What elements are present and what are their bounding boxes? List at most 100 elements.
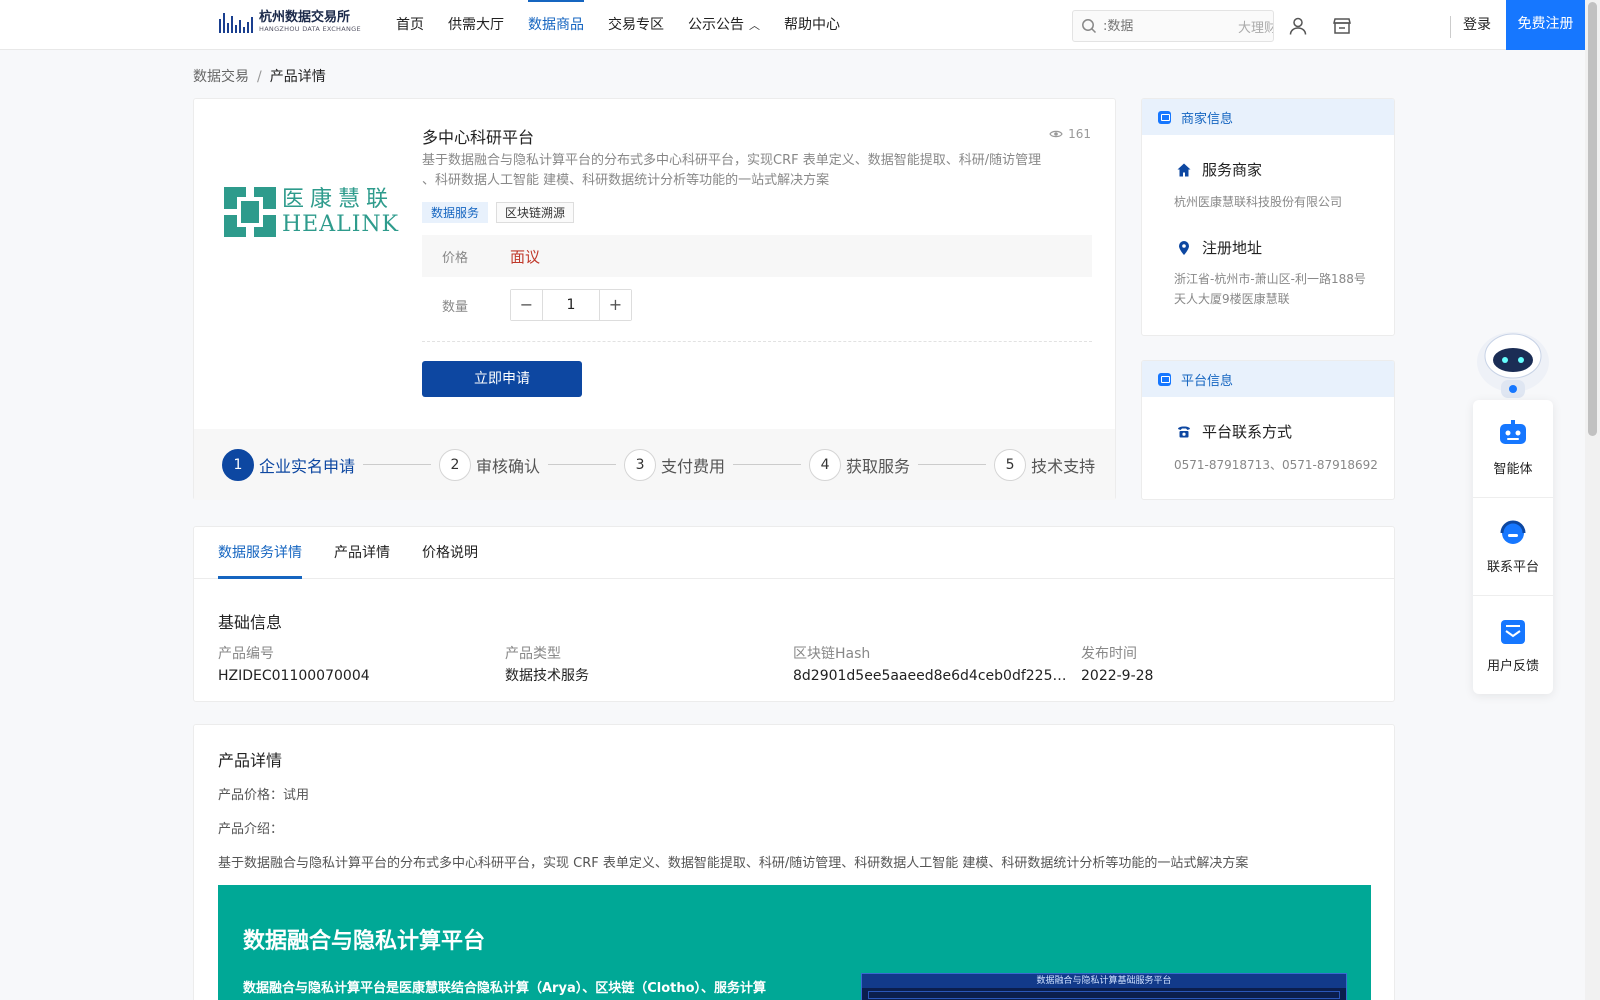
field-key: 产品类型 [505,646,561,662]
breadcrumb: 数据交易 / 产品详情 [193,66,326,86]
chevron-up-icon: ︿ [749,19,760,32]
banner-text: 数据融合与隐私计算平台是医康慧联结合隐私计算（Arya）、区块链（Clotho）… [243,981,767,996]
login-link[interactable]: 登录 [1463,0,1491,50]
step-1: 1 企业实名申请 [222,448,439,481]
tab-product-details[interactable]: 产品详情 [334,527,390,578]
breadcrumb-separator: / [257,69,262,85]
price-label: 价格 [442,250,469,266]
platform-contact-value: 0571-87918713、0571-87918692 [1174,458,1378,472]
user-icon[interactable] [1287,15,1309,37]
apply-now-button[interactable]: 立即申请 [422,361,582,397]
info-square-icon [1158,110,1171,124]
step-label: 审核确认 [476,456,541,476]
search-icon [1082,19,1097,34]
breadcrumb-parent[interactable]: 数据交易 [193,69,249,85]
float-ai-agent-label: 智能体 [1493,462,1533,477]
step-number: 4 [809,448,842,481]
service-merchant-heading: 服务商家 [1176,159,1262,180]
float-contact-platform-label: 联系平台 [1486,560,1539,575]
field-product-type: 产品类型数据技术服务 [505,644,783,688]
quantity-label: 数量 [442,299,469,315]
step-number: 1 [222,448,254,481]
product-detail-title: 产品详情 [218,751,283,770]
quantity-row: 数量 − 1 + [442,289,632,321]
quantity-increment-button[interactable]: + [600,290,631,320]
field-value: 8d2901d5ee5aaeed8e6d4ceb0df2252f7cc… [793,668,1071,684]
step-label: 支付费用 [661,456,726,476]
nav-announcements[interactable]: 公示公告 ︿ [688,0,760,50]
merchant-info-panel: 商家信息 服务商家 杭州医康慧联科技股份有限公司 注册地址 浙江省-杭州市-萧山… [1141,98,1395,336]
quantity-decrement-button[interactable]: − [511,290,542,320]
screenshot-title: 数据融合与隐私计算基础服务平台 [862,974,1346,988]
process-steps: 1 企业实名申请 2 审核确认 3 支付费用 4 获取服务 5 技术支持 [194,429,1115,500]
platform-info-panel: 平台信息 平台联系方式 0571-87918713、0571-87918692 [1141,360,1395,500]
logo-en-text: HEALINK [282,212,400,237]
step-2: 2 审核确认 [439,448,624,481]
basic-info-title: 基础信息 [218,613,283,632]
nav-home[interactable]: 首页 [396,0,424,50]
step-5: 5 技术支持 [994,448,1096,481]
logo-bars-icon [219,11,253,33]
register-button[interactable]: 免费注册 [1506,0,1585,50]
nav-supply-demand[interactable]: 供需大厅 [448,0,504,50]
floating-service-panel: 智能体 联系平台 用户反馈 [1473,400,1553,694]
product-title: 多中心科研平台 [422,128,535,147]
service-merchant-label: 服务商家 [1202,161,1263,179]
tag-data-service: 数据服务 [422,202,489,223]
service-detail-card: 数据服务详情 产品详情 价格说明 基础信息 产品编号 HZIDEC01100070… [193,526,1395,702]
search-input[interactable] [1103,18,1223,34]
step-4: 4 获取服务 [809,448,994,481]
float-user-feedback-label: 用户反馈 [1486,658,1539,674]
float-user-feedback[interactable]: 用户反馈 [1473,596,1553,694]
feedback-icon [1501,619,1525,644]
float-contact-platform[interactable]: 联系平台 [1473,498,1553,596]
step-label: 技术支持 [1031,456,1096,476]
site-logo[interactable]: 杭州数据交易所 HANGZHOU DATA EXCHANGE [219,10,361,34]
product-card: 医康慧联 HEALINK 多中心科研平台 161 基于数据融合与隐私计算平台的分… [193,98,1116,500]
quantity-input[interactable]: 1 [542,290,600,320]
merchant-info-title: 商家信息 [1181,111,1234,127]
search-hint: 大理财 [1237,20,1274,36]
nav-help[interactable]: 帮助中心 [784,0,840,50]
scrollbar-thumb[interactable] [1588,2,1597,436]
page-scrollbar[interactable] [1585,0,1600,1000]
address-line-2: 天人大厦9楼医康慧联 [1174,292,1290,306]
shop-icon[interactable] [1331,15,1353,37]
product-price-line: 产品价格：试用 [218,788,310,803]
product-intro-label: 产品介绍： [218,822,284,837]
step-connector [733,464,802,465]
field-key: 发布时间 [1081,646,1137,662]
merchant-logo: 医康慧联 HEALINK [224,187,399,237]
field-value: 2022-9-28 [1081,668,1154,684]
header-divider [1450,16,1451,38]
step-number: 3 [624,448,657,481]
location-pin-icon [1179,240,1189,255]
view-count: 161 [1049,127,1091,141]
product-description-line2: 、科研数据人工智能 建模、科研数据统计分析等功能的一站式解决方案 [422,173,830,188]
product-description: 基于数据融合与隐私计算平台的分布式多中心科研平台，实现CRF 表单定义、数据智能… [422,151,1082,191]
robot-assistant-icon[interactable] [1473,326,1553,402]
nav-data-products[interactable]: 数据商品 [528,0,584,50]
product-detail-card: 产品详情 产品价格：试用 产品介绍： 基于数据融合与隐私计算平台的分布式多中心科… [193,724,1395,1000]
price-row: 价格 面议 [422,235,1092,277]
search-box[interactable]: 大理财 [1072,10,1274,42]
registered-address-value: 浙江省-杭州市-萧山区-利一路188号 天人大厦9楼医康慧联 [1174,269,1366,309]
tab-data-service-details[interactable]: 数据服务详情 [218,527,302,579]
field-publish-date: 发布时间 2022-9-28 [1081,644,1359,688]
field-value: 数据技术服务 [505,668,589,684]
tab-price-description[interactable]: 价格说明 [422,527,478,578]
price-value: 面议 [510,247,541,266]
main-nav: 首页 供需大厅 数据商品 交易专区 公示公告 ︿ 帮助中心 [396,0,864,50]
nav-trade-zone[interactable]: 交易专区 [608,0,664,50]
detail-tabs: 数据服务详情 产品详情 价格说明 [194,527,1394,579]
product-description-line1: 基于数据融合与隐私计算平台的分布式多中心科研平台，实现CRF 表单定义、数据智能… [422,153,1042,168]
float-ai-agent[interactable]: 智能体 [1473,400,1553,498]
healink-mark-icon [224,187,276,237]
field-product-code: 产品编号 HZIDEC01100070004 [218,644,496,688]
platform-info-title: 平台信息 [1181,373,1234,389]
platform-screenshot: 数据融合与隐私计算基础服务平台 [861,973,1347,1000]
logo-name-en: HANGZHOU DATA EXCHANGE [259,25,361,33]
breadcrumb-current: 产品详情 [269,69,326,85]
field-blockchain-hash: 区块链Hash 8d2901d5ee5aaeed8e6d4ceb0df2252f7… [793,644,1071,688]
divider [422,341,1092,342]
